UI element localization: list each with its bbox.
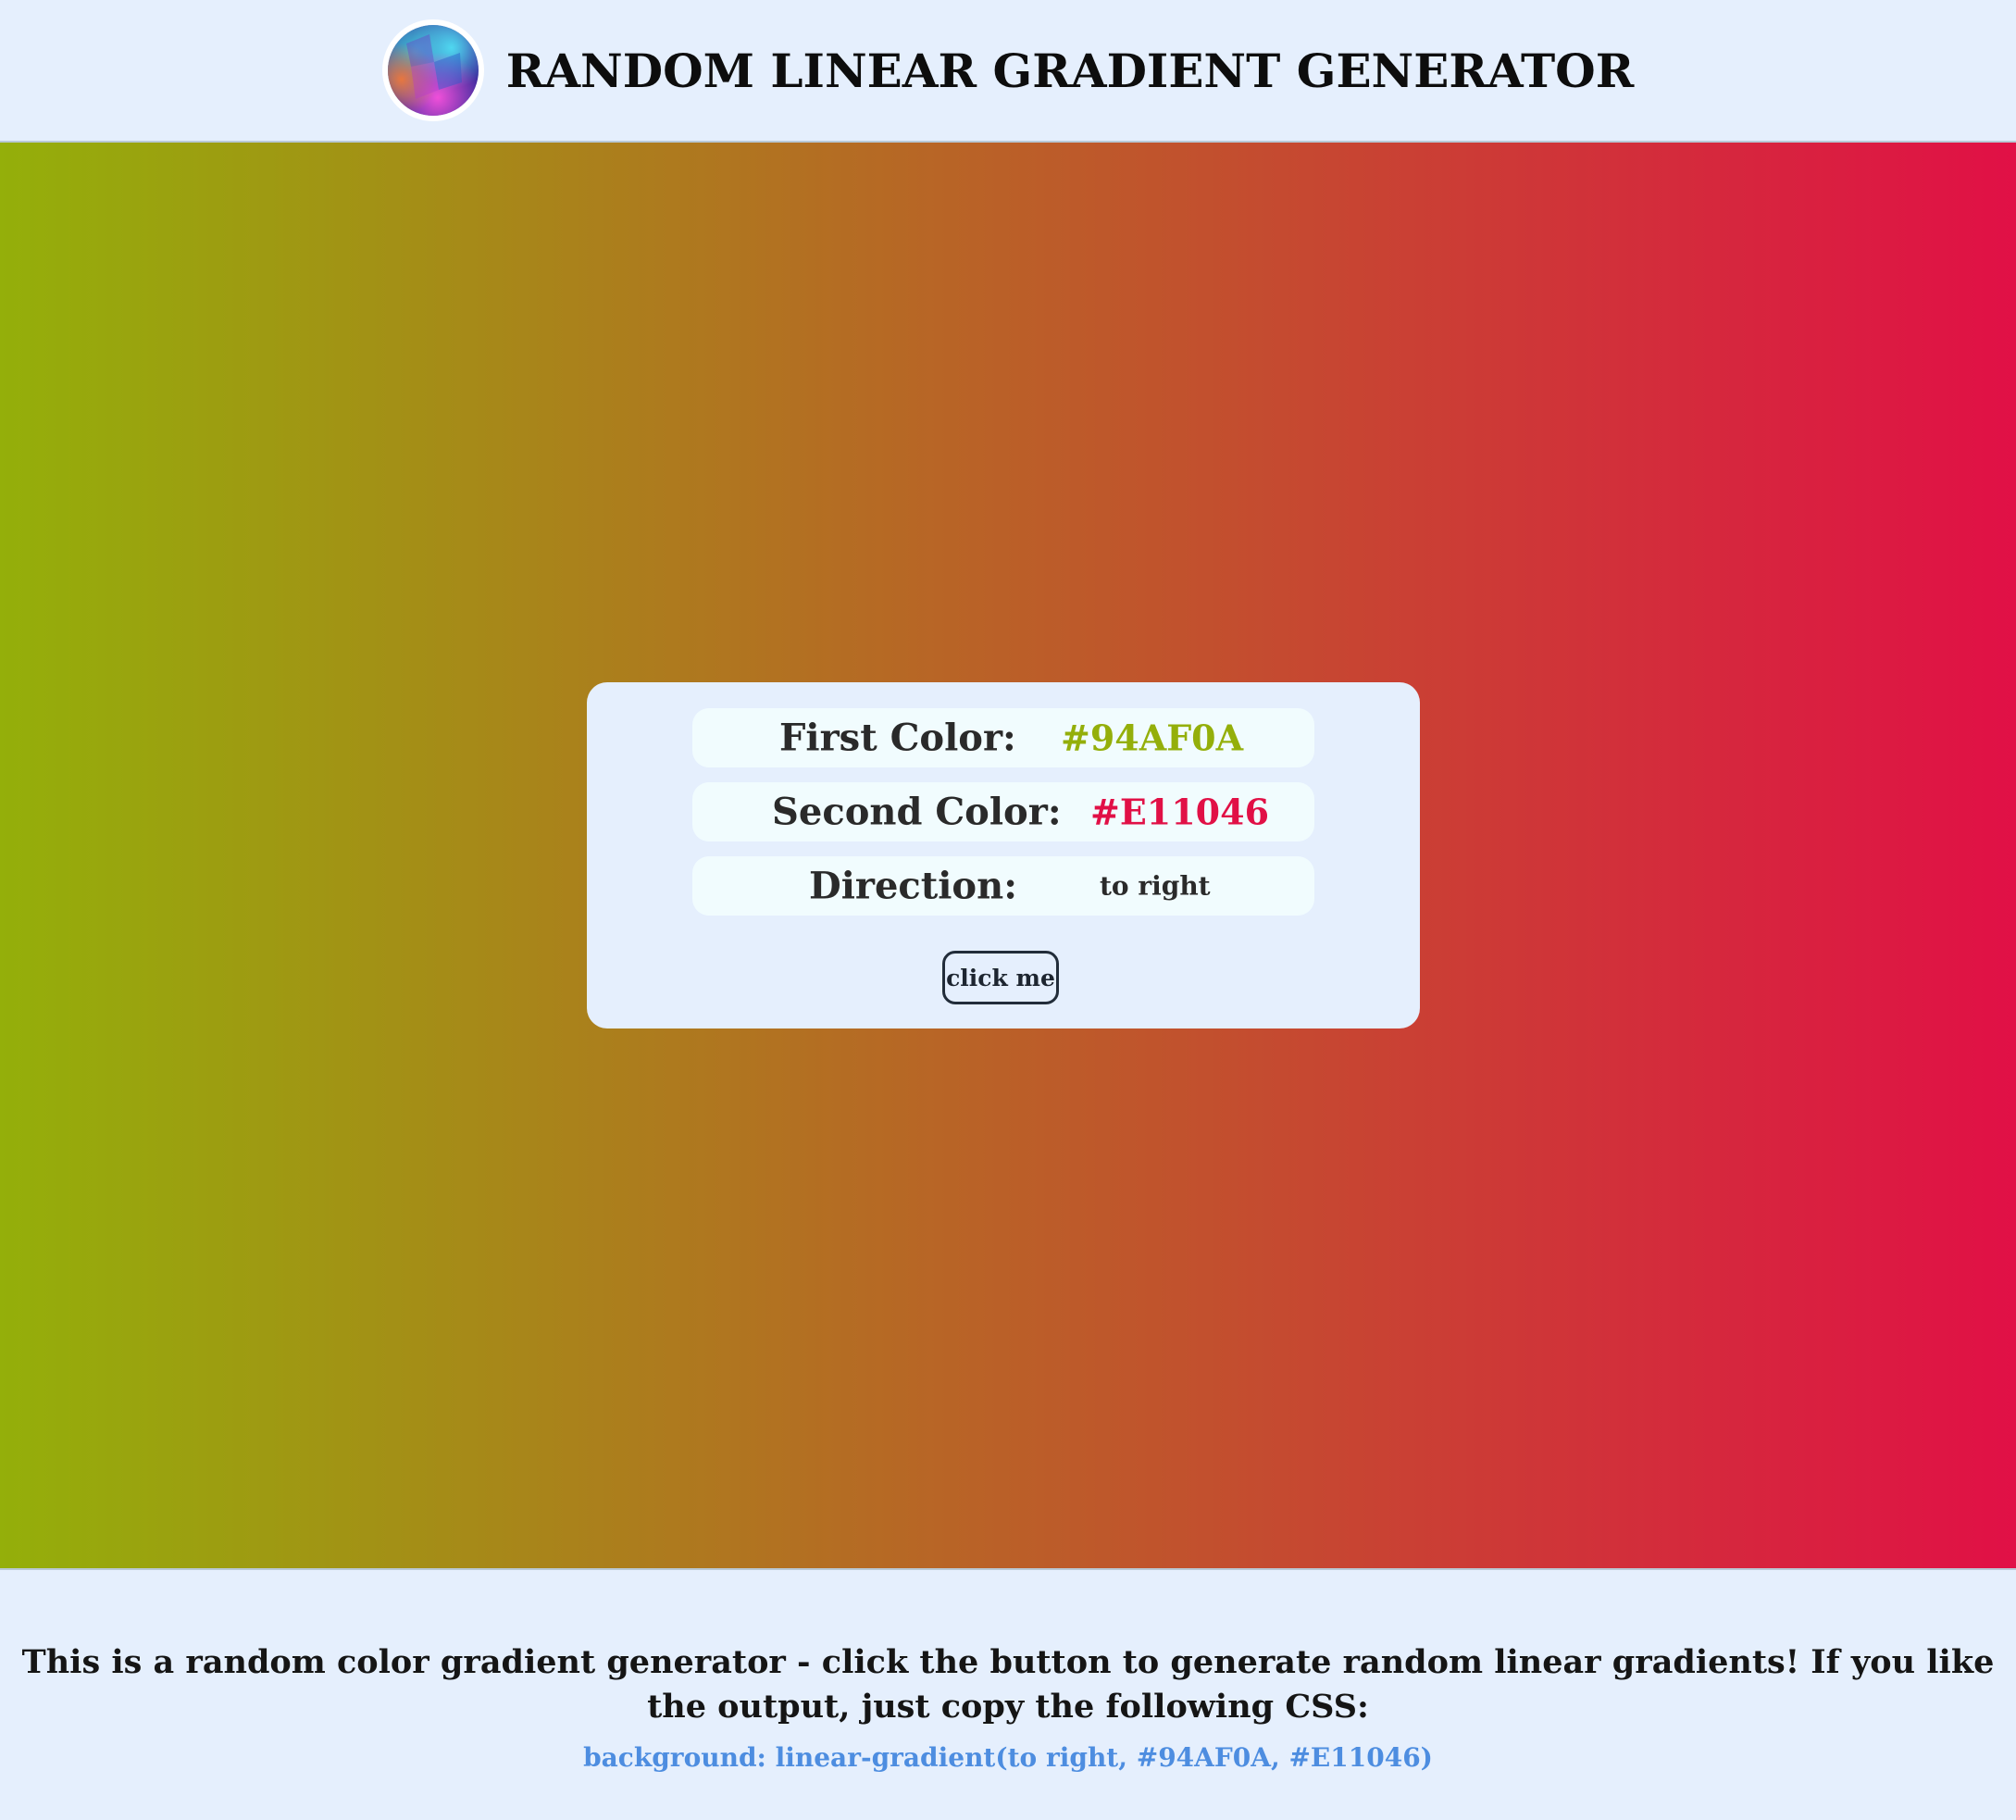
first-color-row: First Color: #94AF0A xyxy=(692,708,1314,767)
direction-label: Direction: xyxy=(809,864,1017,908)
css-output[interactable]: background: linear-gradient(to right, #9… xyxy=(0,1742,2016,1773)
second-color-row: Second Color: #E11046 xyxy=(692,782,1314,841)
direction-value: to right xyxy=(1100,870,1211,902)
second-color-value: #E11046 xyxy=(1090,791,1270,833)
logo xyxy=(381,19,484,121)
gradient-orb-logo-icon xyxy=(387,25,479,116)
first-color-value: #94AF0A xyxy=(1061,717,1244,759)
page-footer: This is a random color gradient generato… xyxy=(0,1570,2016,1820)
gradient-preview: First Color: #94AF0A Second Color: #E110… xyxy=(0,143,2016,1570)
first-color-label: First Color: xyxy=(779,716,1016,760)
description-text: This is a random color gradient generato… xyxy=(21,1643,1995,1726)
page-title: RANDOM LINEAR GRADIENT GENERATOR xyxy=(505,43,1635,98)
second-color-label: Second Color: xyxy=(772,790,1062,834)
direction-row: Direction: to right xyxy=(692,856,1314,916)
generator-panel: First Color: #94AF0A Second Color: #E110… xyxy=(587,682,1420,1028)
generate-button[interactable]: click me xyxy=(942,951,1059,1004)
site-header: RANDOM LINEAR GRADIENT GENERATOR xyxy=(0,0,2016,143)
